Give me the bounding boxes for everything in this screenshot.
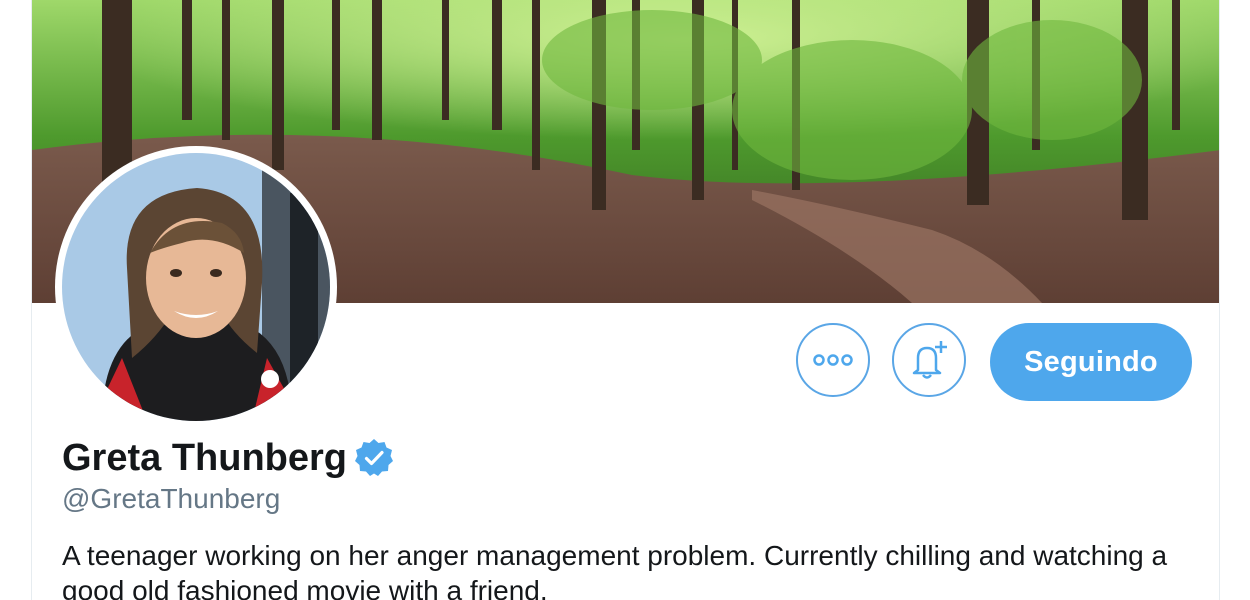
name-row: Greta Thunberg <box>62 430 395 486</box>
following-button[interactable]: Seguindo <box>990 323 1192 401</box>
profile-bio: A teenager working on her anger manageme… <box>62 540 1168 600</box>
verified-badge-icon <box>355 439 394 476</box>
profile-photo <box>62 153 330 421</box>
avatar-border <box>55 146 337 428</box>
avatar[interactable] <box>62 153 330 421</box>
more-options-icon <box>813 354 853 366</box>
user-handle: @GretaThunberg <box>62 483 281 514</box>
bell-plus-icon <box>912 341 947 379</box>
more-options-button[interactable] <box>796 323 870 397</box>
display-name: Greta Thunberg <box>62 436 348 479</box>
profile-card: Seguindo Greta Thunberg @GretaThunberg A… <box>31 0 1220 600</box>
notifications-button[interactable] <box>892 323 966 397</box>
